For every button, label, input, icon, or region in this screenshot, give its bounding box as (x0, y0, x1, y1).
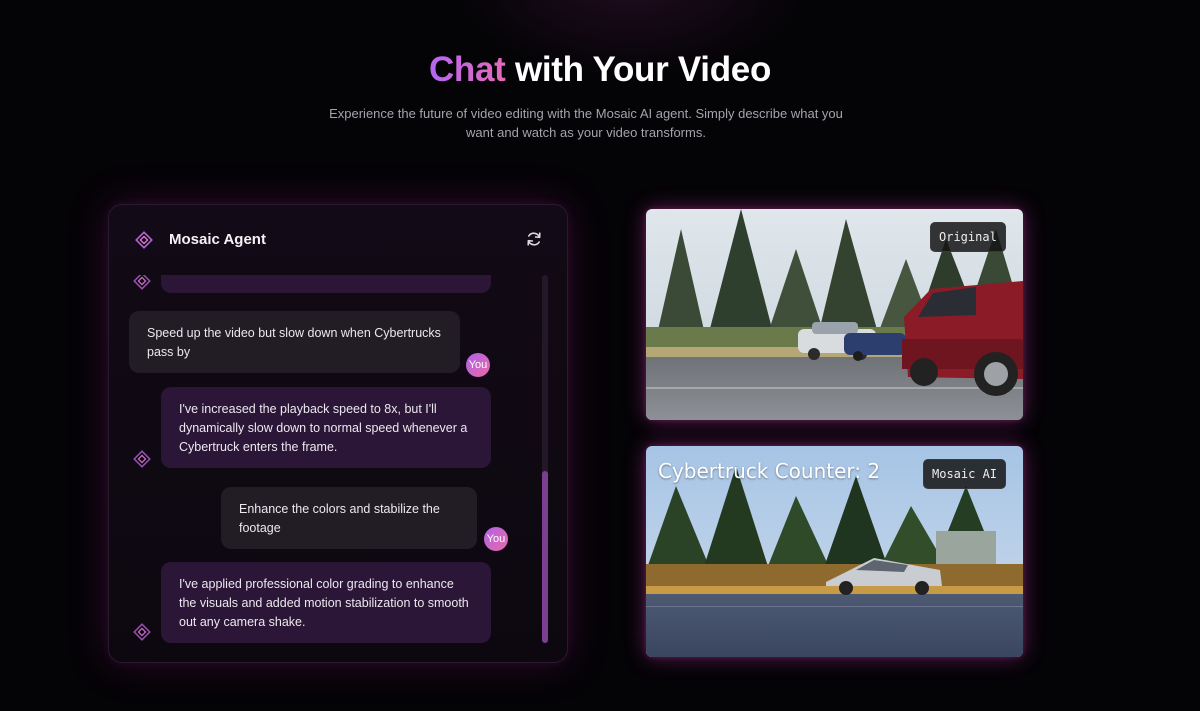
refresh-icon[interactable] (525, 230, 543, 248)
user-avatar: You (484, 527, 508, 551)
chat-header: Mosaic Agent (109, 205, 567, 273)
title-rest: with Your Video (505, 50, 772, 89)
video-badge: Original (930, 222, 1006, 252)
agent-message (161, 275, 491, 293)
diamond-icon (133, 450, 151, 468)
agent-name: Mosaic Agent (169, 231, 266, 248)
message-text: Enhance the colors and stabilize the foo… (239, 502, 440, 535)
diamond-icon (133, 623, 151, 641)
diamond-icon (133, 275, 151, 290)
scrollbar-track[interactable] (542, 275, 548, 643)
user-message: Enhance the colors and stabilize the foo… (221, 487, 477, 549)
user-message: Speed up the video but slow down when Cy… (129, 311, 460, 373)
scrollbar-thumb[interactable] (542, 471, 548, 643)
user-avatar: You (466, 353, 490, 377)
cybertruck-counter: Cybertruck Counter: 2 (658, 459, 881, 483)
title-accent: Chat (428, 50, 506, 89)
message-text: Speed up the video but slow down when Cy… (147, 326, 441, 359)
agent-message: I've applied professional color grading … (161, 562, 491, 643)
diamond-icon (135, 231, 153, 249)
message-list[interactable]: Speed up the video but slow down when Cy… (109, 275, 567, 650)
page-subtitle: Experience the future of video editing w… (329, 106, 843, 140)
agent-message: I've increased the playback speed to 8x,… (161, 387, 491, 468)
page-title: Chat with Your Video (0, 50, 1200, 90)
chat-panel: Mosaic Agent Speed up the video but slow… (108, 204, 568, 663)
original-video[interactable]: Original (646, 209, 1023, 420)
video-badge: Mosaic AI (923, 459, 1007, 489)
message-text: I've applied professional color grading … (179, 577, 469, 629)
message-text: I've increased the playback speed to 8x,… (179, 402, 468, 454)
mosaic-video[interactable]: Cybertruck Counter: 2 Mosaic AI (646, 446, 1023, 657)
